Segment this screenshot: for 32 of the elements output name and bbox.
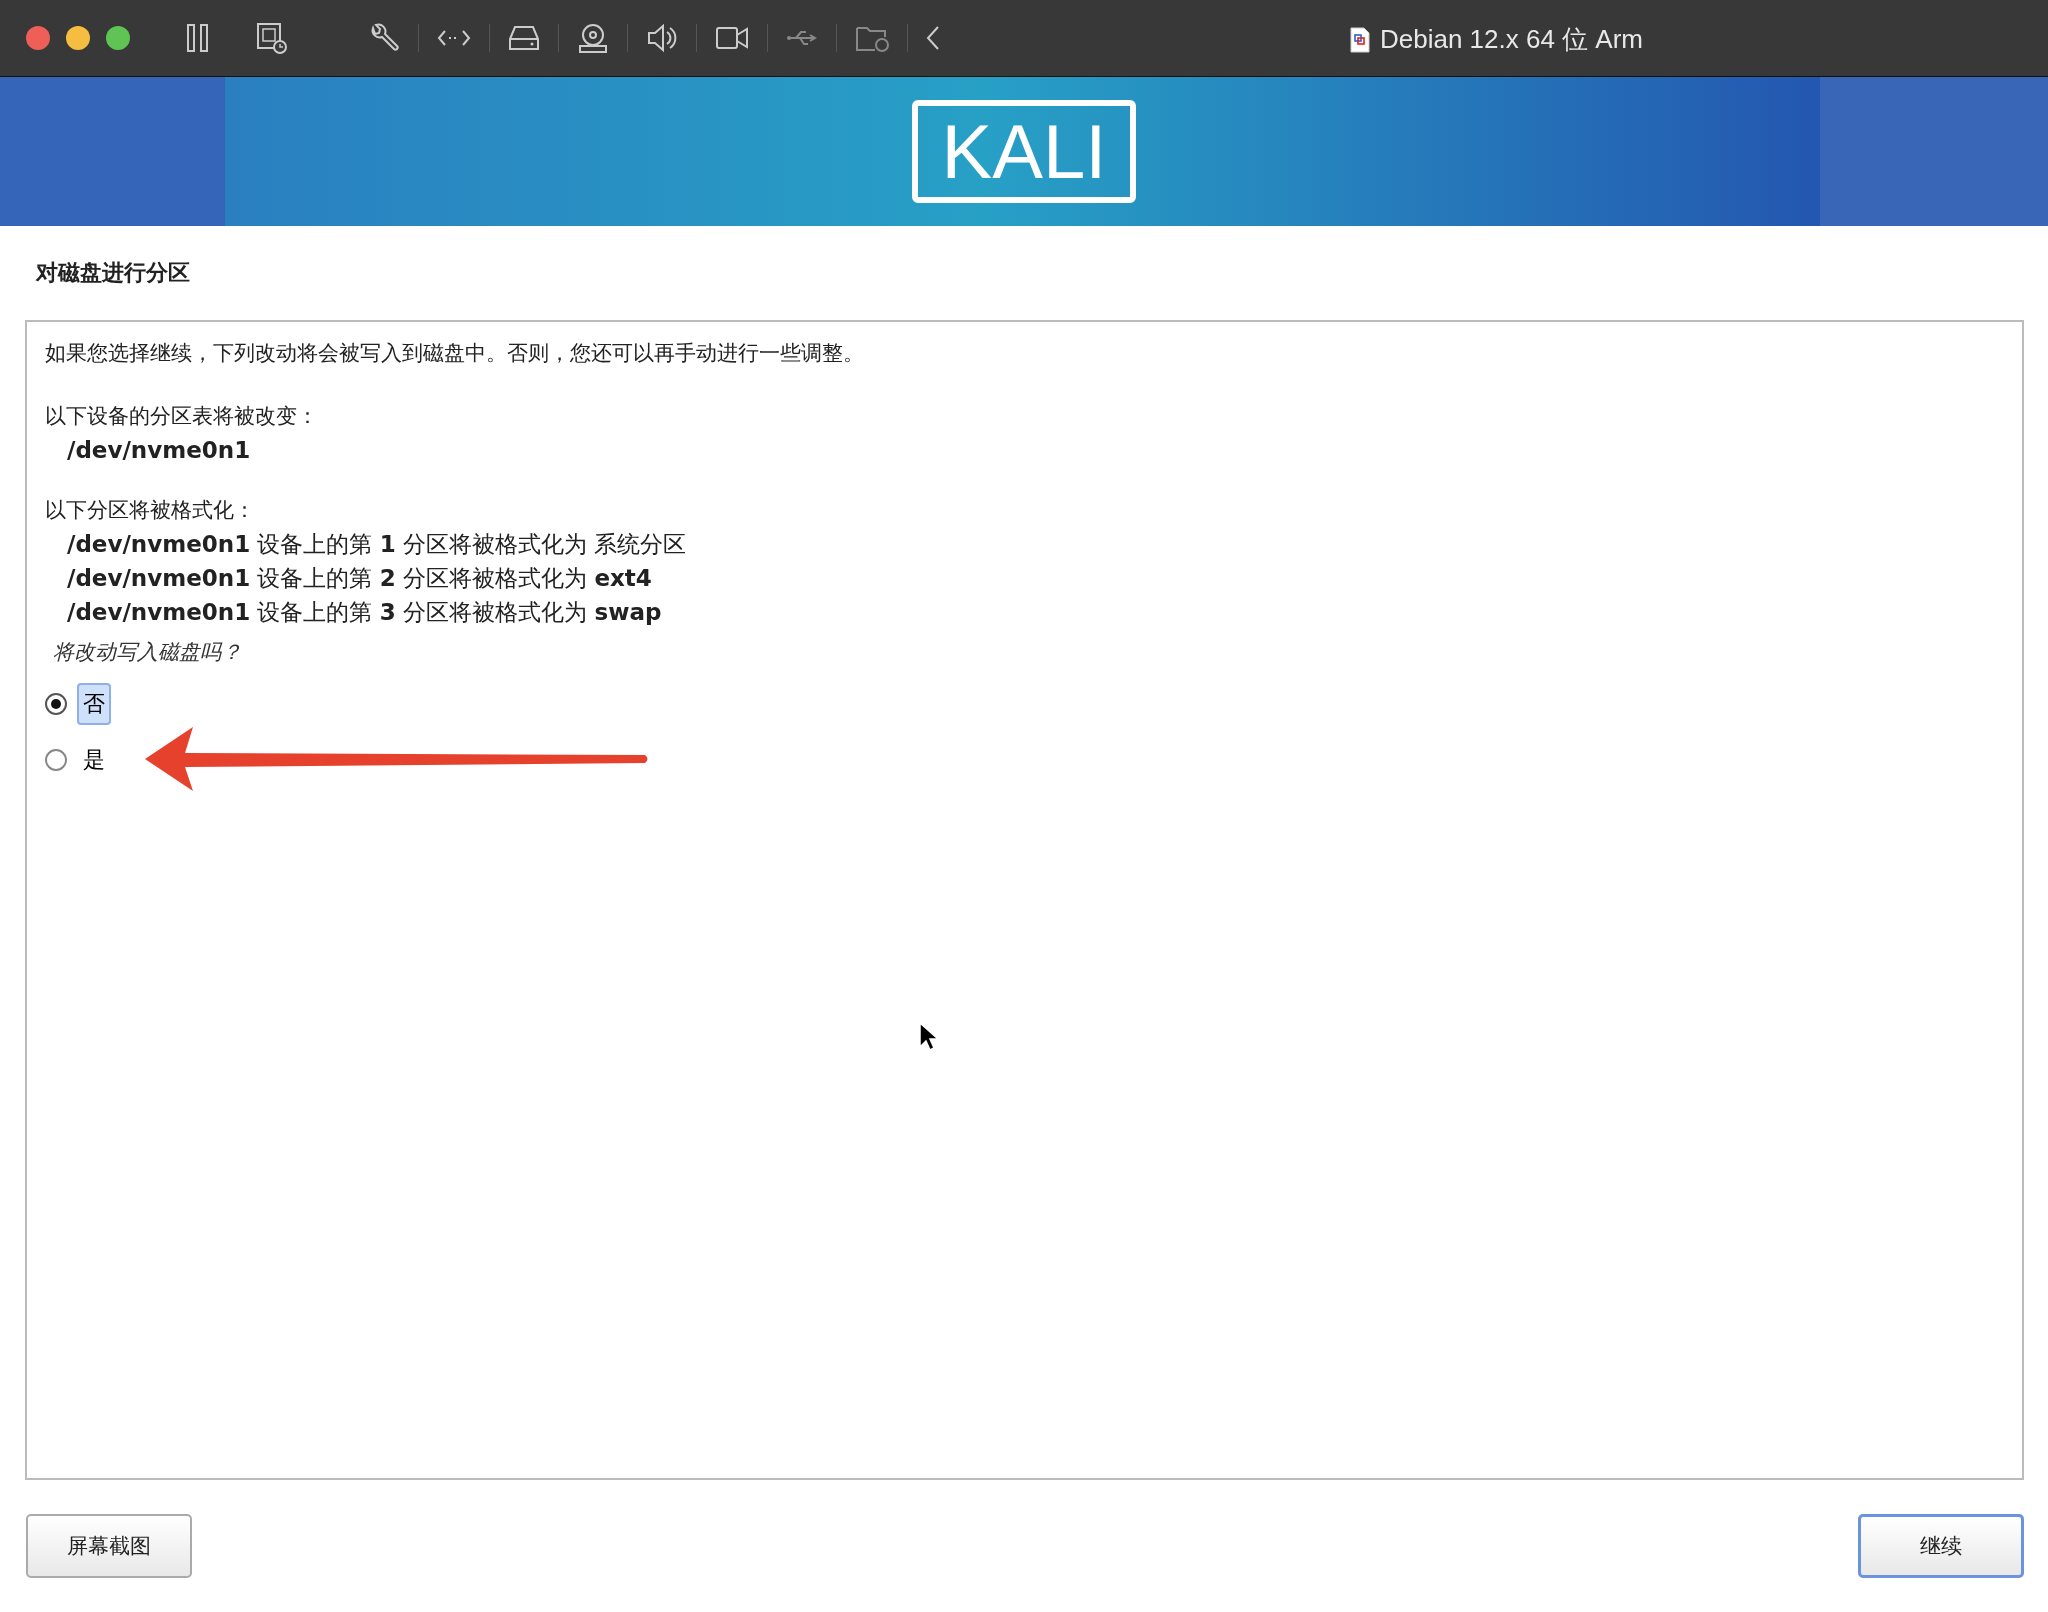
logo: KALI [911, 99, 1137, 204]
radio-button[interactable] [45, 693, 67, 715]
code-arrows-icon[interactable] [437, 28, 471, 48]
action-button[interactable]: 继续 [1858, 1514, 2024, 1578]
format-line: /dev/nvme0n1 设备上的第 1 分区将被格式化为 系统分区 [66, 530, 688, 559]
page-heading: 对磁盘进行分区 [34, 259, 191, 287]
drive-icon[interactable] [508, 25, 540, 51]
question-text: 将改动写入磁盘吗？ [52, 639, 243, 666]
action-button[interactable]: 屏幕截图 [26, 1514, 192, 1578]
disc-drive-icon[interactable] [577, 22, 609, 54]
option-label[interactable]: 是 [77, 739, 111, 781]
radio-button[interactable] [45, 749, 67, 771]
option-label[interactable]: 否 [77, 683, 111, 725]
pause-icon[interactable] [186, 23, 210, 53]
intro-text: 如果您选择继续，下列改动将会被写入到磁盘中。否则，您还可以再手动进行一些调整。 [45, 340, 865, 367]
minimize-button[interactable] [66, 26, 90, 50]
window-title: Debian 12.x 64 位 Arm [1380, 23, 1643, 56]
format-line: /dev/nvme0n1 设备上的第 3 分区将被格式化为 swap [66, 598, 663, 627]
device-path: /dev/nvme0n1 [66, 436, 252, 465]
speaker-icon[interactable] [646, 23, 678, 53]
chevron-left-icon[interactable] [926, 25, 940, 51]
format-line: /dev/nvme0n1 设备上的第 2 分区将被格式化为 ext4 [66, 564, 653, 593]
usb-icon[interactable] [786, 28, 818, 48]
close-button[interactable] [26, 26, 50, 50]
video-camera-icon[interactable] [715, 25, 749, 51]
document-icon [1350, 26, 1370, 53]
snapshot-icon[interactable] [256, 22, 288, 54]
mouse-cursor-icon [919, 1022, 939, 1052]
section-label: 以下分区将被格式化： [45, 497, 256, 524]
zoom-button[interactable] [106, 26, 130, 50]
shared-folder-icon[interactable] [855, 24, 889, 52]
section-label: 以下设备的分区表将被改变： [45, 403, 319, 430]
